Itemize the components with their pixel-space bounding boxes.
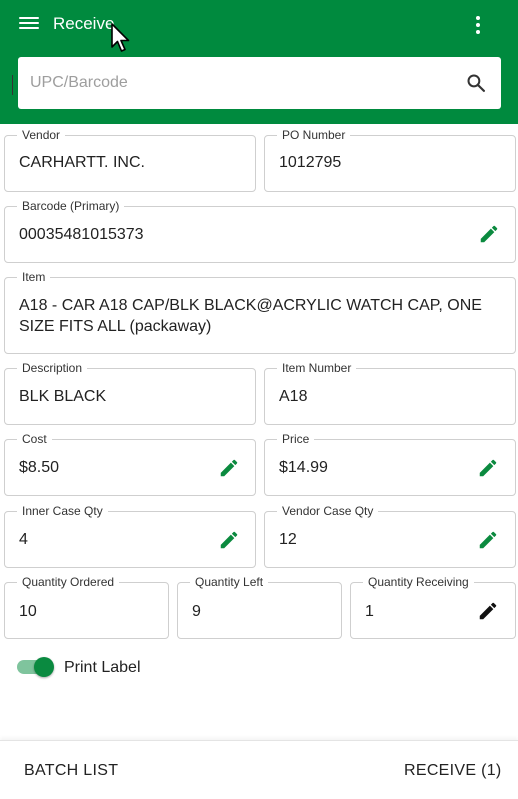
edit-cost-pencil-icon[interactable] [218,457,240,479]
cost-value: $8.50 [19,459,60,476]
item-number-value: A18 [279,388,308,405]
search-input[interactable] [30,57,450,109]
description-field: Description BLK BLACK [4,361,256,425]
edit-barcode-pencil-icon[interactable] [478,223,500,245]
app-bar: Receive [0,0,518,124]
edit-inner-case-qty-pencil-icon[interactable] [218,529,240,551]
description-label: Description [17,361,88,375]
price-label: Price [277,432,315,446]
more-vert-icon[interactable] [470,14,486,36]
batch-list-button[interactable]: BATCH LIST [24,762,118,780]
po-number-label: PO Number [277,128,351,142]
item-number-field: Item Number A18 [264,361,516,425]
quantity-left-value: 9 [192,603,201,620]
price-field: Price $14.99 [264,432,516,496]
barcode-value: 00035481015373 [19,226,144,243]
cost-field: Cost $8.50 [4,432,256,496]
item-label: Item [17,270,51,284]
edit-quantity-receiving-pencil-icon[interactable] [477,600,499,622]
vendor-case-qty-field: Vendor Case Qty 12 [264,504,516,568]
item-value: A18 - CAR A18 CAP/BLK BLACK@ACRYLIC WATC… [19,297,482,335]
text-caret [12,75,13,95]
print-label-toggle[interactable] [17,657,57,677]
vendor-label: Vendor [17,128,66,142]
inner-case-qty-value: 4 [19,531,28,548]
vendor-value: CARHARTT. INC. [19,154,145,171]
print-label-text: Print Label [64,659,141,676]
quantity-left-label: Quantity Left [190,575,269,589]
po-number-field: PO Number 1012795 [264,128,516,192]
item-field: Item A18 - CAR A18 CAP/BLK BLACK@ACRYLIC… [4,270,516,354]
barcode-field: Barcode (Primary) 00035481015373 [4,199,516,263]
price-value: $14.99 [279,459,328,476]
quantity-receiving-field[interactable]: Quantity Receiving 1 [350,575,516,639]
vendor-field: Vendor CARHARTT. INC. [4,128,256,192]
quantity-ordered-field: Quantity Ordered 10 [4,575,169,639]
bottom-action-bar: BATCH LIST RECEIVE (1) [0,740,518,799]
cost-label: Cost [17,432,52,446]
quantity-receiving-label: Quantity Receiving [363,575,474,589]
vendor-case-qty-label: Vendor Case Qty [277,504,379,518]
inner-case-qty-field: Inner Case Qty 4 [4,504,256,568]
edit-vendor-case-qty-pencil-icon[interactable] [477,529,499,551]
hamburger-menu-icon[interactable] [17,14,41,34]
inner-case-qty-label: Inner Case Qty [17,504,108,518]
toggle-thumb [34,657,54,677]
quantity-ordered-label: Quantity Ordered [17,575,120,589]
search-icon[interactable] [466,73,486,93]
search-box[interactable] [18,57,501,109]
item-number-label: Item Number [277,361,357,375]
barcode-label: Barcode (Primary) [17,199,125,213]
description-value: BLK BLACK [19,388,107,405]
quantity-left-field: Quantity Left 9 [177,575,342,639]
receive-button[interactable]: RECEIVE (1) [404,762,502,780]
quantity-ordered-value: 10 [19,603,37,620]
po-number-value: 1012795 [279,154,342,171]
edit-price-pencil-icon[interactable] [477,457,499,479]
page-title: Receive [53,14,115,33]
mouse-cursor-icon [111,23,130,52]
vendor-case-qty-value: 12 [279,531,297,548]
quantity-receiving-value: 1 [365,603,374,620]
